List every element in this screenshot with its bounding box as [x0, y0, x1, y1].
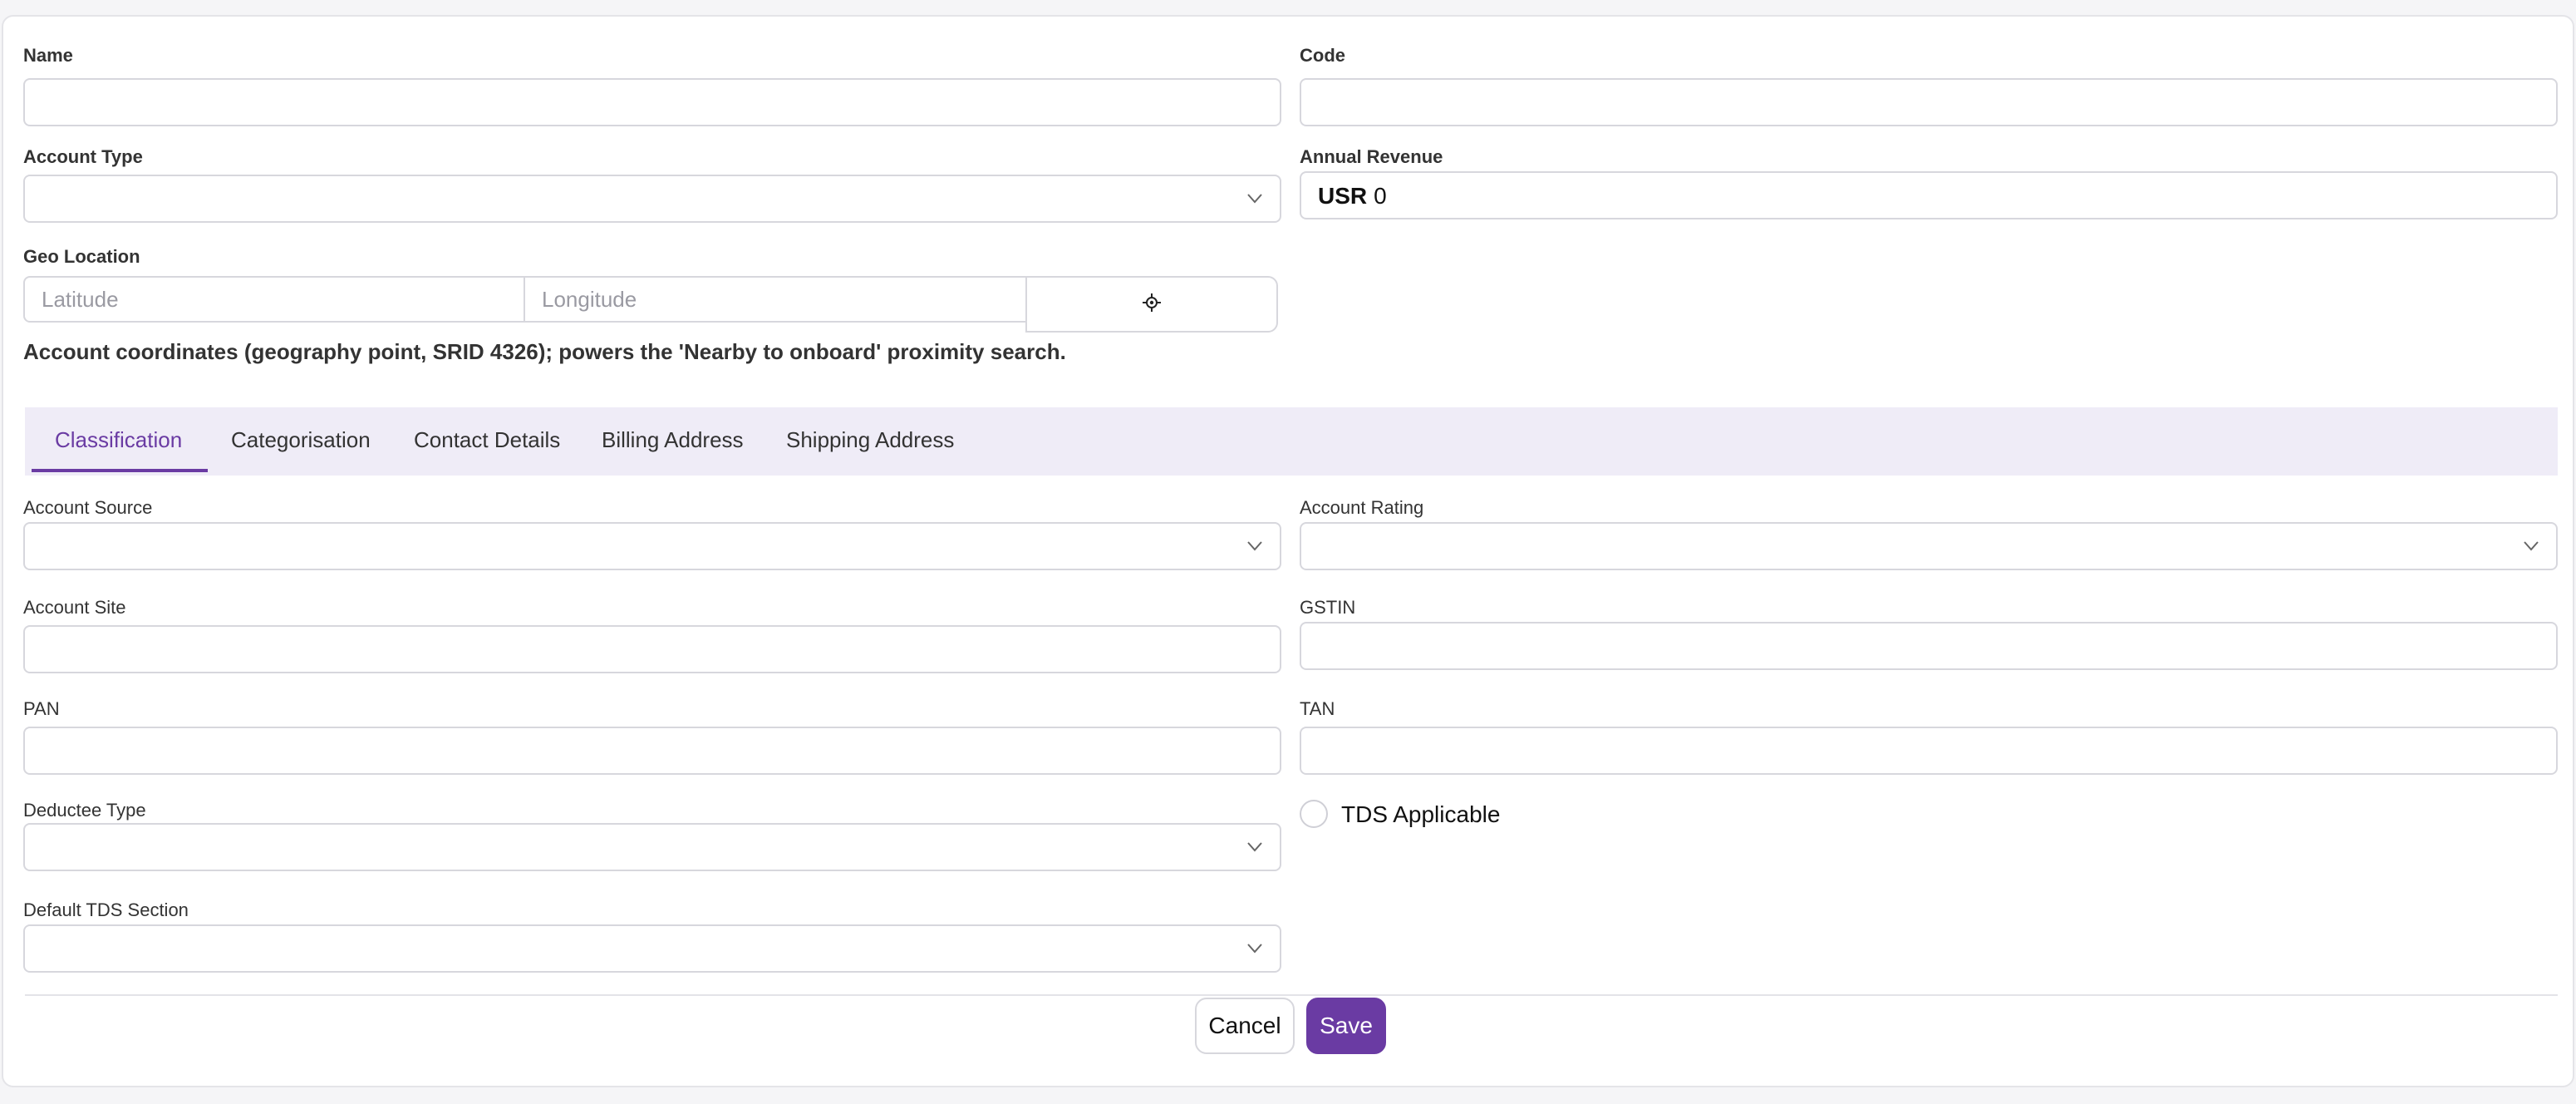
code-input[interactable]	[1300, 78, 2558, 126]
chevron-down-icon	[2523, 540, 2539, 554]
tds-applicable-checkbox[interactable]	[1300, 800, 1328, 828]
geo-location-label: Geo Location	[23, 246, 140, 267]
chevron-down-icon	[1246, 193, 1262, 206]
active-tab-indicator	[32, 469, 208, 472]
tan-label: TAN	[1300, 698, 1335, 719]
chevron-down-icon	[1246, 943, 1262, 956]
account-type-label: Account Type	[23, 146, 143, 167]
crosshair-icon	[1142, 293, 1162, 317]
tab-categorisation[interactable]: Categorisation	[231, 427, 371, 453]
default-tds-section-select[interactable]	[23, 924, 1281, 973]
geo-help-text: Account coordinates (geography point, SR…	[23, 339, 1066, 364]
chevron-down-icon	[1246, 540, 1262, 554]
cancel-button[interactable]: Cancel	[1195, 998, 1295, 1054]
tab-bar: Classification Categorisation Contact De…	[25, 407, 2558, 476]
save-button[interactable]: Save	[1306, 998, 1386, 1054]
default-tds-section-label: Default TDS Section	[23, 899, 189, 920]
account-type-select[interactable]	[23, 175, 1281, 223]
pan-label: PAN	[23, 698, 60, 719]
gstin-input[interactable]	[1300, 622, 2558, 670]
account-form-card: Name Code Account Type Annual Revenue US…	[2, 15, 2574, 1087]
currency-code: USR	[1318, 183, 1368, 209]
tab-billing-address[interactable]: Billing Address	[602, 427, 744, 453]
locate-button[interactable]	[1025, 276, 1278, 333]
gstin-label: GSTIN	[1300, 597, 1356, 618]
account-rating-label: Account Rating	[1300, 497, 1424, 518]
account-rating-select[interactable]	[1300, 522, 2558, 570]
account-source-label: Account Source	[23, 497, 153, 518]
tab-classification[interactable]: Classification	[55, 427, 182, 453]
tds-applicable-label: TDS Applicable	[1341, 801, 1501, 827]
account-source-select[interactable]	[23, 522, 1281, 570]
name-label: Name	[23, 45, 73, 66]
account-site-input[interactable]	[23, 625, 1281, 673]
annual-revenue-label: Annual Revenue	[1300, 146, 1443, 167]
tab-shipping-address[interactable]: Shipping Address	[786, 427, 954, 453]
annual-revenue-value: 0	[1374, 183, 1387, 209]
footer-divider	[25, 994, 2558, 996]
pan-input[interactable]	[23, 727, 1281, 775]
latitude-input[interactable]: Latitude	[23, 276, 525, 323]
deductee-type-label: Deductee Type	[23, 800, 146, 821]
tan-input[interactable]	[1300, 727, 2558, 775]
account-site-label: Account Site	[23, 597, 126, 618]
tab-contact-details[interactable]: Contact Details	[414, 427, 560, 453]
annual-revenue-input[interactable]: USR 0	[1300, 171, 2558, 219]
code-label: Code	[1300, 45, 1345, 66]
longitude-input[interactable]: Longitude	[524, 276, 1027, 323]
deductee-type-select[interactable]	[23, 823, 1281, 871]
chevron-down-icon	[1246, 841, 1262, 855]
name-input[interactable]	[23, 78, 1281, 126]
